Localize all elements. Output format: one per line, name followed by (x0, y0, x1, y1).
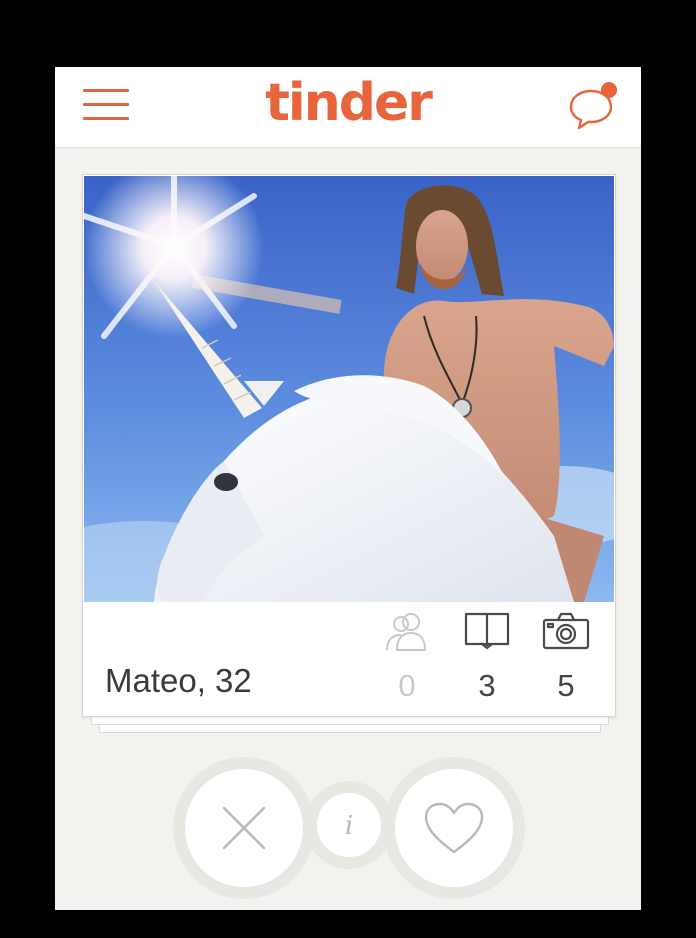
shared-friends-stat[interactable]: 0 (377, 610, 437, 704)
profile-info-bar: Mateo, 32 0 3 5 (83, 602, 615, 716)
app-screen: tinder Mateo, 32 0 3 5 i (55, 67, 641, 910)
shared-friends-count: 0 (398, 668, 416, 703)
shared-friends-icon (386, 613, 427, 651)
info-button[interactable]: i (317, 793, 381, 857)
svg-text:i: i (345, 811, 353, 840)
profile-card[interactable]: Mateo, 32 0 3 5 (82, 174, 616, 717)
photos-camera-icon (542, 612, 590, 650)
photos-count: 5 (557, 668, 575, 703)
top-navbar: tinder (55, 67, 641, 148)
profile-name-age: Mateo, 32 (105, 662, 252, 699)
shared-interests-stat[interactable]: 3 (457, 610, 517, 704)
shared-interests-book-icon (464, 612, 510, 650)
info-icon: i (345, 811, 353, 840)
action-buttons: i (55, 757, 641, 907)
app-logo: tinder (265, 73, 433, 133)
like-button[interactable] (395, 769, 513, 887)
dislike-button[interactable] (185, 769, 303, 887)
x-icon (222, 806, 266, 850)
heart-icon (424, 802, 484, 854)
photos-stat[interactable]: 5 (536, 610, 596, 704)
notification-dot (601, 82, 617, 98)
chat-bubble-icon[interactable] (565, 79, 621, 131)
shared-interests-count: 3 (478, 668, 496, 703)
profile-photo[interactable] (84, 176, 614, 602)
